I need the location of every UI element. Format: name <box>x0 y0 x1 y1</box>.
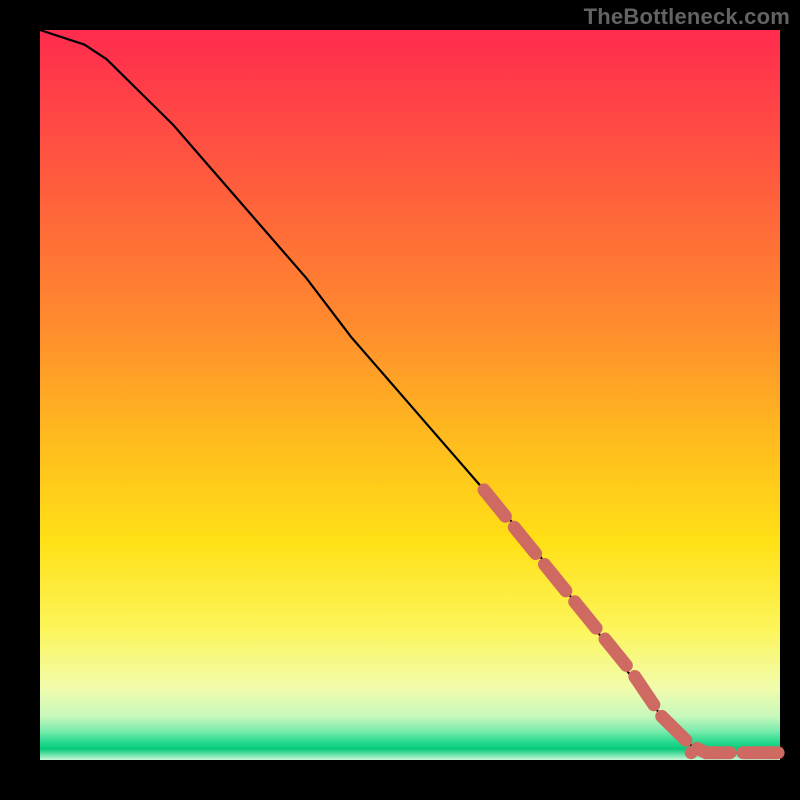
highlight-dot <box>766 746 779 759</box>
highlight-dot <box>737 746 750 759</box>
highlight-dot <box>685 746 698 759</box>
chart-stage: TheBottleneck.com <box>0 0 800 800</box>
highlight-dot <box>707 746 720 759</box>
watermark-text: TheBottleneck.com <box>584 4 790 30</box>
plot-background <box>40 30 780 760</box>
chart-svg <box>0 0 800 800</box>
